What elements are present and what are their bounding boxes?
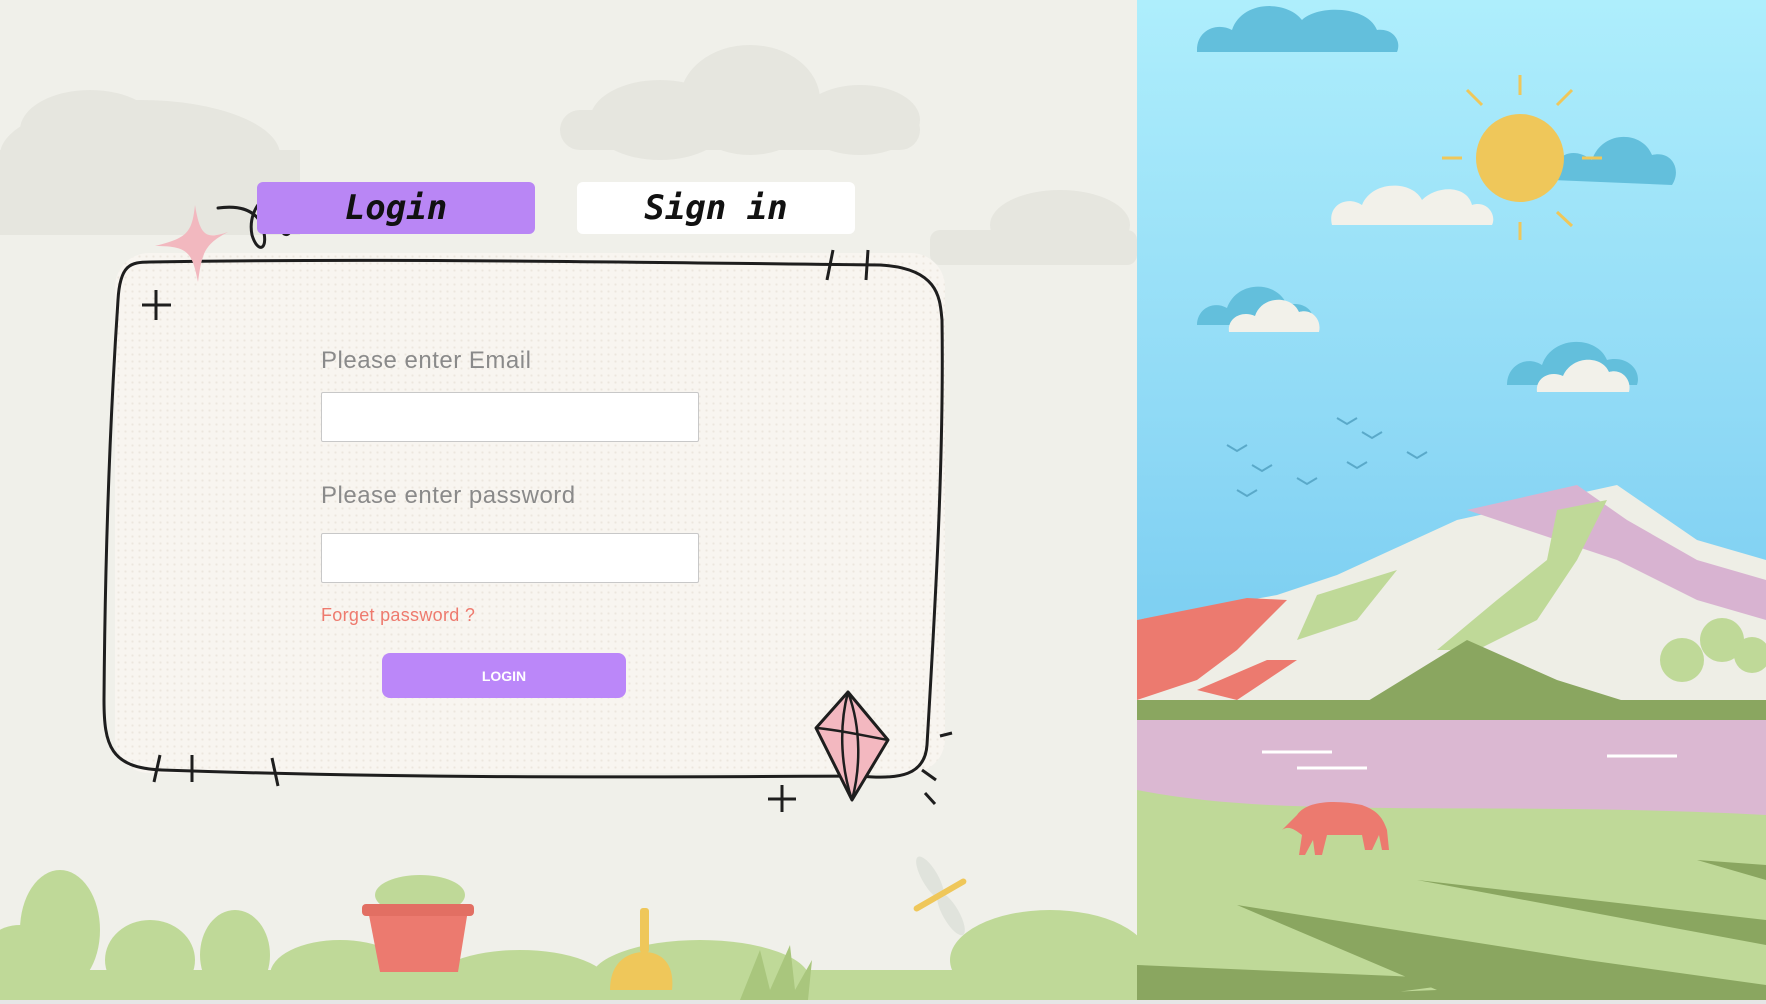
bottom-divider <box>0 1000 1766 1004</box>
tab-login[interactable]: Login <box>257 182 535 234</box>
landscape-scene <box>1137 6 1766 1000</box>
forgot-password-link[interactable]: Forget password ? <box>321 605 475 626</box>
password-input[interactable] <box>321 533 699 583</box>
login-button[interactable]: LOGIN <box>382 653 626 698</box>
login-panel: Login Sign in Please enter Email Please … <box>0 0 1137 1000</box>
email-label: Please enter Email <box>321 347 532 374</box>
landscape-illustration <box>1137 0 1766 1000</box>
garden-scene <box>0 856 1137 1000</box>
tab-sign-in[interactable]: Sign in <box>577 182 855 234</box>
password-label: Please enter password <box>321 482 576 509</box>
email-input[interactable] <box>321 392 699 442</box>
